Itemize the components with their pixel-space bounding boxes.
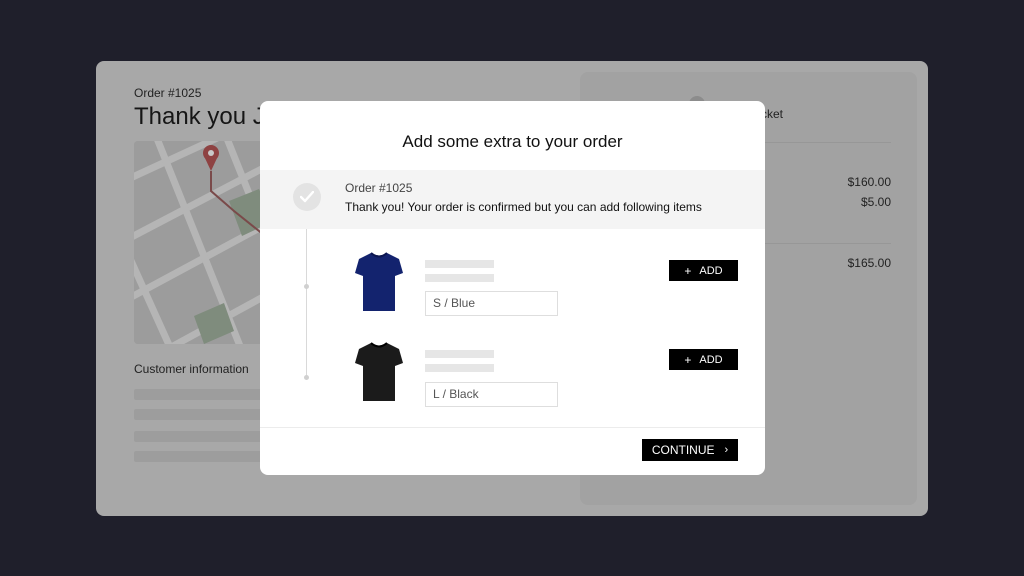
check-icon — [293, 183, 321, 211]
continue-button[interactable]: CONTINUE › — [642, 439, 738, 461]
plus-icon: + — [684, 263, 692, 278]
add-button[interactable]: + ADD — [669, 349, 738, 370]
upsell-modal: Add some extra to your order Order #1025… — [260, 101, 765, 475]
item-name-placeholder — [425, 350, 494, 358]
item-price-placeholder — [425, 364, 494, 372]
blue-tshirt-image — [355, 251, 403, 313]
item-name-placeholder — [425, 260, 494, 268]
footer-divider — [260, 427, 765, 428]
variant-select[interactable]: L / Black — [425, 382, 558, 407]
add-button[interactable]: + ADD — [669, 260, 738, 281]
item-price-placeholder — [425, 274, 494, 282]
continue-label: CONTINUE — [651, 443, 715, 457]
plus-icon: + — [684, 352, 692, 367]
modal-title: Add some extra to your order — [402, 132, 623, 151]
chevron-right-icon: › — [724, 444, 729, 456]
variant-select[interactable]: S / Blue — [425, 291, 558, 316]
add-button-label: ADD — [699, 353, 723, 366]
timeline-dot — [304, 284, 309, 289]
timeline-dot — [304, 375, 309, 380]
black-tshirt-image — [355, 341, 403, 403]
confirmation-order-number: Order #1025 — [345, 181, 413, 195]
timeline-line — [306, 229, 307, 378]
confirmation-message: Thank you! Your order is confirmed but y… — [345, 200, 702, 214]
add-button-label: ADD — [699, 264, 723, 277]
